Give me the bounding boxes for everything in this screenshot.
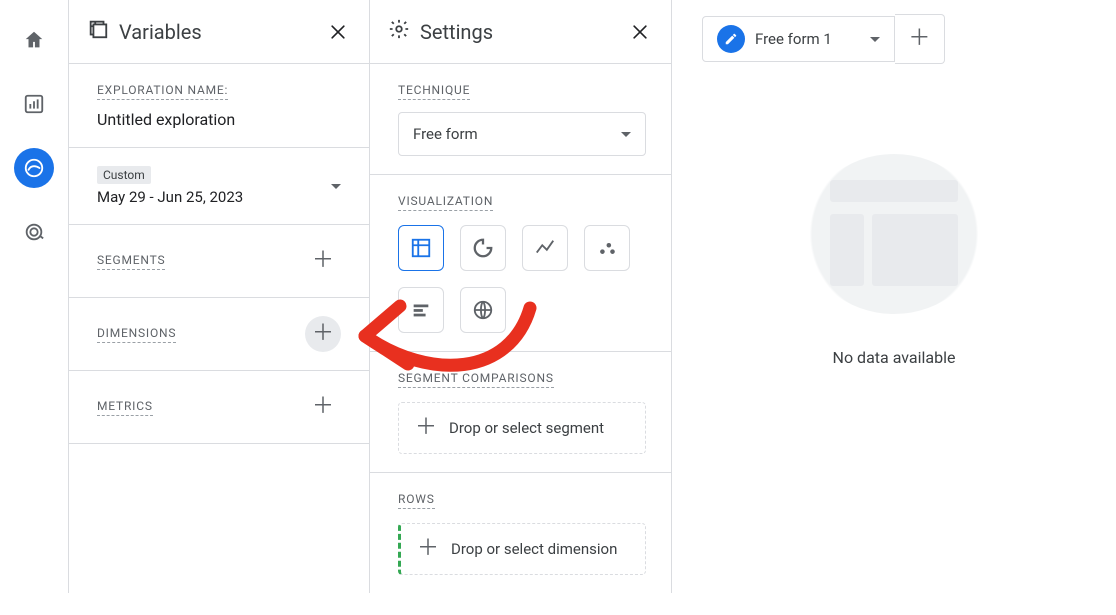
exploration-tab[interactable]: Free form 1 xyxy=(702,16,895,62)
exploration-name-input[interactable]: Untitled exploration xyxy=(97,110,341,129)
rows-label: ROWS xyxy=(398,492,435,509)
nav-explore-icon[interactable] xyxy=(14,148,54,188)
left-nav-rail xyxy=(0,0,68,593)
settings-panel-title: Settings xyxy=(420,20,493,44)
date-range-chip: Custom xyxy=(97,166,151,184)
add-segment-button[interactable]: ＋ xyxy=(305,243,341,279)
viz-donut-button[interactable] xyxy=(460,225,506,271)
viz-scatter-button[interactable] xyxy=(584,225,630,271)
add-dimension-button[interactable]: ＋ xyxy=(305,316,341,352)
viz-bar-button[interactable] xyxy=(398,287,444,333)
viz-table-button[interactable] xyxy=(398,225,444,271)
nav-reports-icon[interactable] xyxy=(14,84,54,124)
viz-geo-button[interactable] xyxy=(460,287,506,333)
no-data-text: No data available xyxy=(833,348,956,367)
nav-home-icon[interactable] xyxy=(14,20,54,60)
close-icon[interactable] xyxy=(325,19,351,45)
chevron-down-icon xyxy=(870,37,880,42)
segment-comparisons-label: SEGMENT COMPARISONS xyxy=(398,371,554,388)
plus-icon: ＋ xyxy=(312,250,334,272)
variables-panel-title: Variables xyxy=(119,20,202,44)
exploration-canvas: Free form 1 ＋ No data available xyxy=(672,0,1116,593)
drop-dimension-text: Drop or select dimension xyxy=(451,540,617,558)
plus-icon: ＋ xyxy=(312,323,334,345)
drop-segment-zone[interactable]: ＋ Drop or select segment xyxy=(398,402,646,454)
add-tab-button[interactable]: ＋ xyxy=(895,14,945,64)
variables-icon xyxy=(87,18,109,45)
pencil-icon xyxy=(717,25,745,53)
plus-icon: ＋ xyxy=(908,28,930,50)
close-icon[interactable] xyxy=(627,19,653,45)
exploration-name-label: EXPLORATION NAME: xyxy=(97,83,228,100)
add-metric-button[interactable]: ＋ xyxy=(305,389,341,425)
plus-icon: ＋ xyxy=(312,396,334,418)
plus-icon: ＋ xyxy=(417,538,439,560)
viz-line-button[interactable] xyxy=(522,225,568,271)
nav-advertising-icon[interactable] xyxy=(14,212,54,252)
technique-value: Free form xyxy=(413,125,478,143)
technique-label: TECHNIQUE xyxy=(398,83,470,100)
technique-select[interactable]: Free form xyxy=(398,112,646,156)
variables-panel: Variables EXPLORATION NAME: Untitled exp… xyxy=(68,0,370,593)
drop-segment-text: Drop or select segment xyxy=(449,419,604,437)
empty-state-graphic xyxy=(804,154,984,314)
dimensions-label: DIMENSIONS xyxy=(97,326,176,343)
metrics-label: METRICS xyxy=(97,399,153,416)
date-range-text: May 29 - Jun 25, 2023 xyxy=(97,188,243,206)
gear-icon xyxy=(388,18,410,45)
visualization-label: VISUALIZATION xyxy=(398,194,493,211)
settings-panel: Settings TECHNIQUE Free form VISUALIZATI… xyxy=(370,0,672,593)
tab-label: Free form 1 xyxy=(755,30,832,48)
plus-icon: ＋ xyxy=(415,417,437,439)
date-range-picker[interactable]: Custom May 29 - Jun 25, 2023 xyxy=(69,148,369,225)
drop-dimension-zone[interactable]: ＋ Drop or select dimension xyxy=(398,523,646,575)
segments-label: SEGMENTS xyxy=(97,253,165,270)
chevron-down-icon xyxy=(621,132,631,137)
chevron-down-icon xyxy=(331,184,341,189)
